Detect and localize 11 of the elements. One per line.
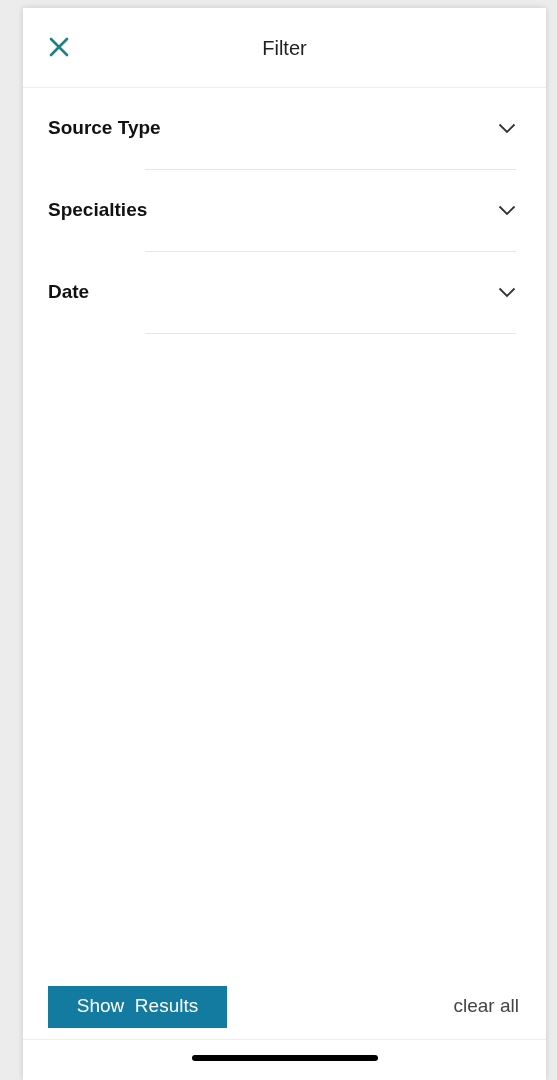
show-results-button[interactable]: Show Results: [48, 985, 227, 1028]
chevron-icon: [498, 123, 516, 134]
clear-all-link[interactable]: clear all: [453, 992, 519, 1021]
accordion-header[interactable]: Date: [23, 252, 546, 333]
chevron-icon: [498, 205, 516, 216]
close-button[interactable]: [47, 35, 71, 59]
accordion-header[interactable]: Specialties: [23, 170, 546, 251]
chevron-icon: [498, 287, 516, 298]
close-icon: [49, 37, 69, 57]
header-title: Filter: [262, 35, 307, 61]
accordion-header[interactable]: Source Type: [23, 88, 546, 169]
